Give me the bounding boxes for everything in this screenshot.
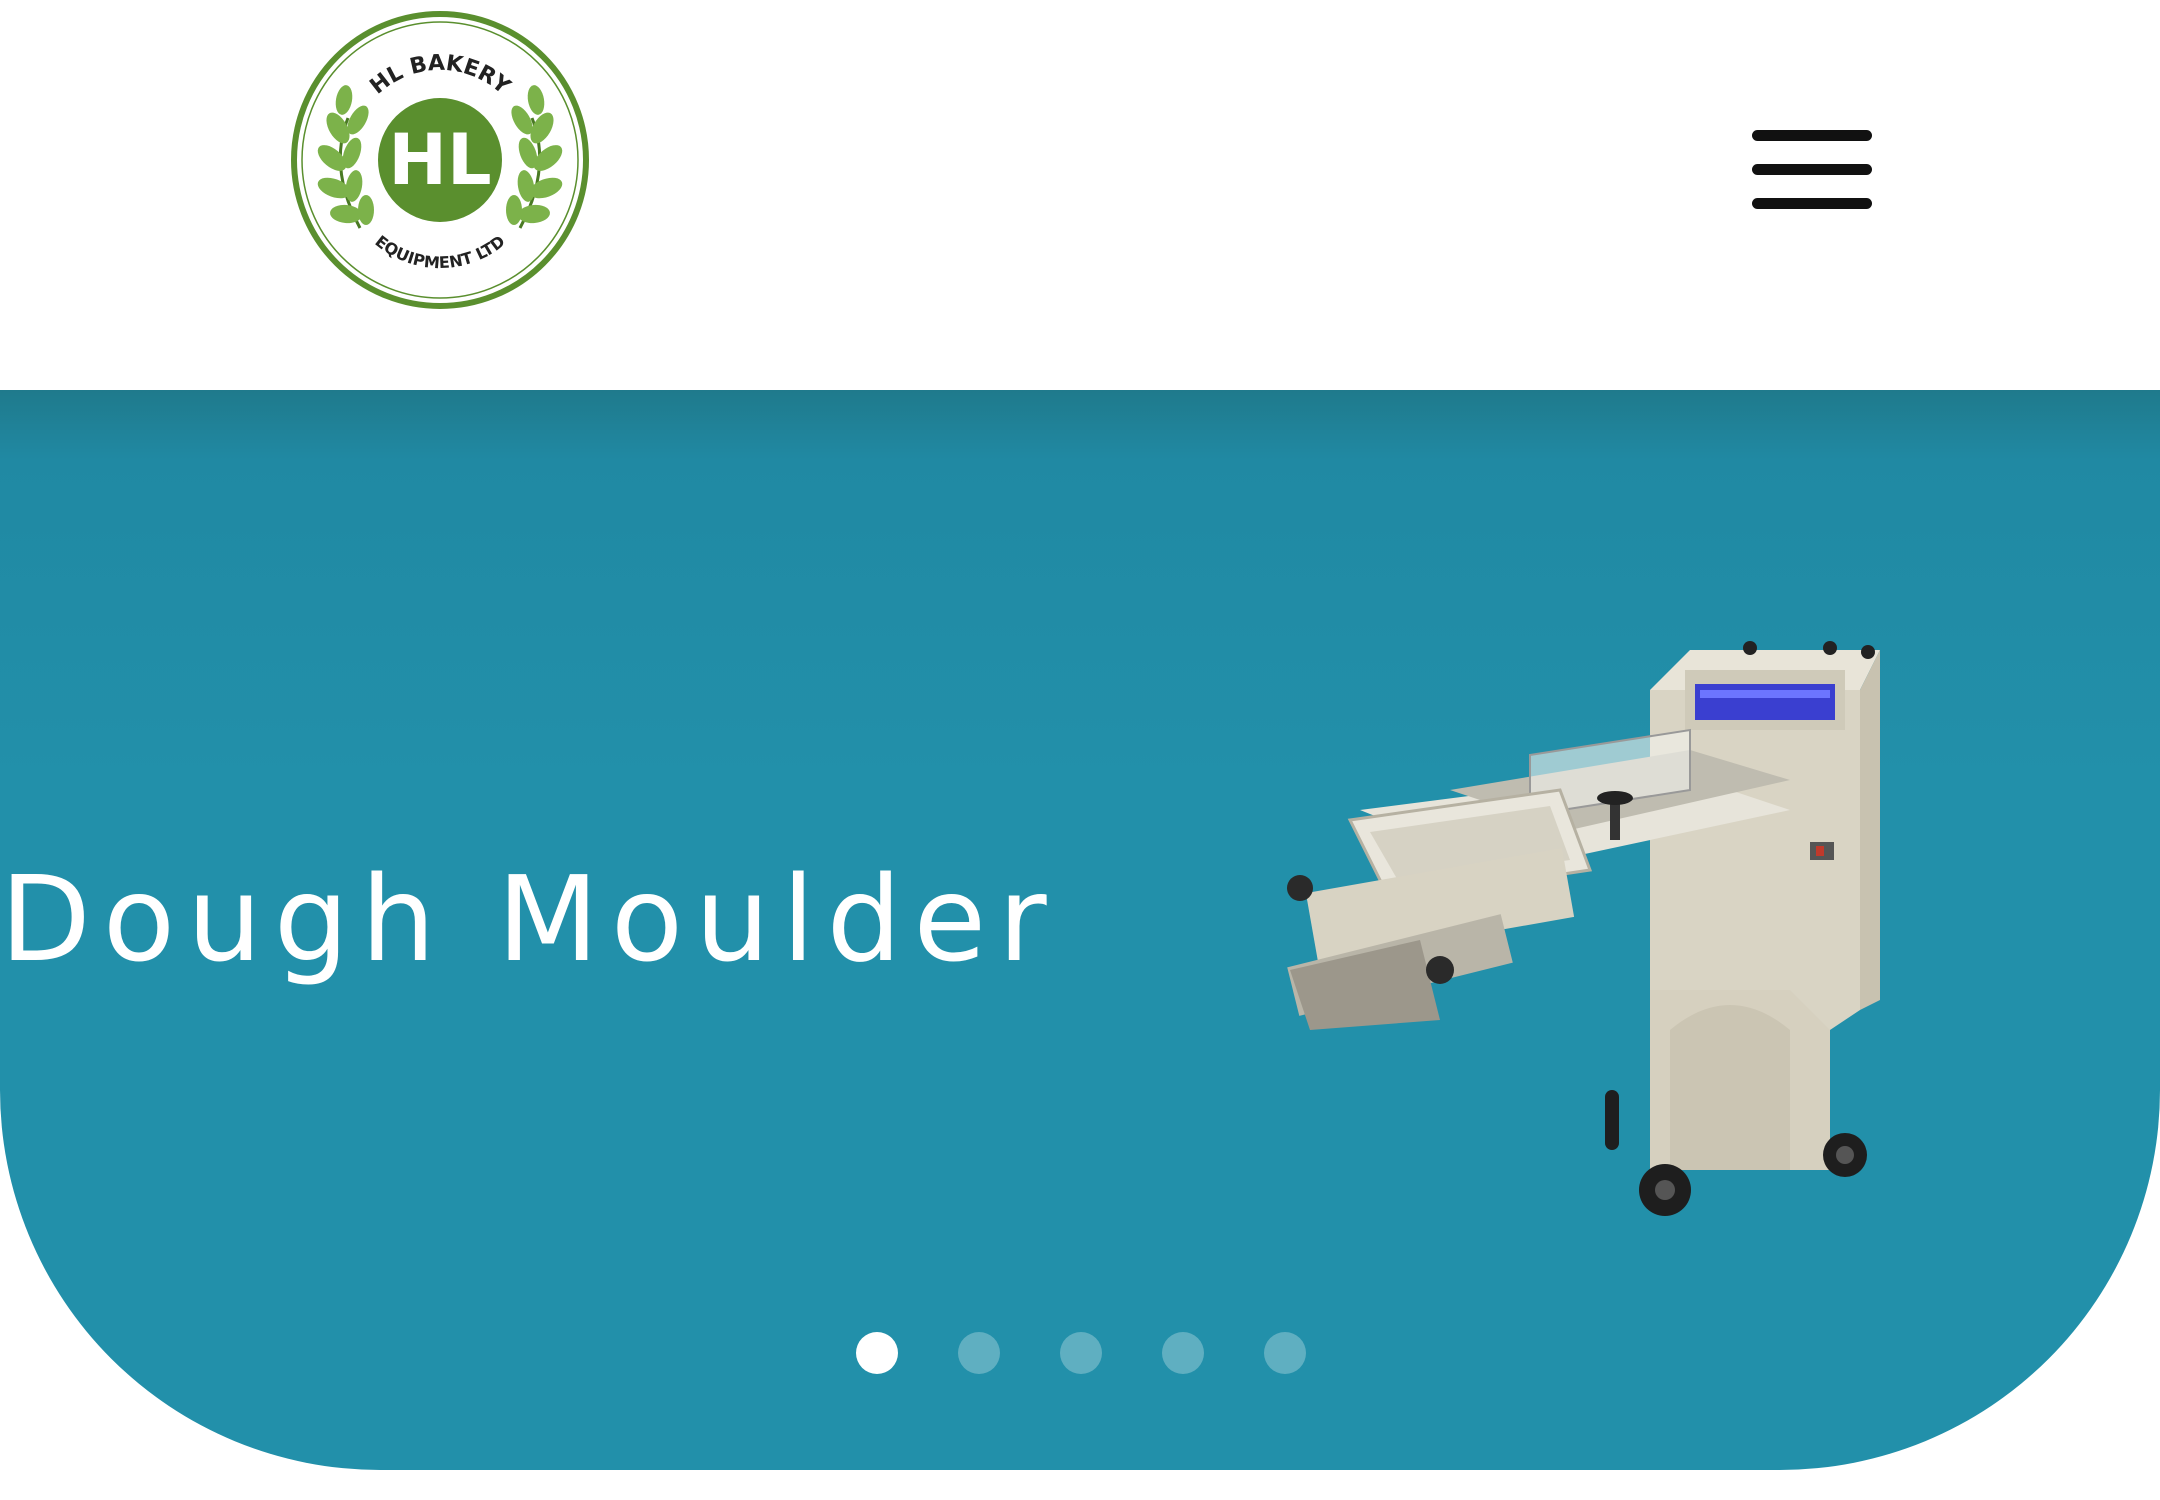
carousel-dot-3[interactable] xyxy=(1060,1332,1102,1374)
carousel-dot-4[interactable] xyxy=(1162,1332,1204,1374)
carousel-pagination xyxy=(856,1332,1306,1376)
carousel-dot-2[interactable] xyxy=(958,1332,1000,1374)
hero-carousel: Dough Moulder xyxy=(0,390,2160,1470)
hamburger-menu-icon-line xyxy=(1752,130,1872,141)
dough-moulder-image xyxy=(1287,641,1880,1216)
site-header: HL HL BAKERY EQUIPMENT LTD xyxy=(0,0,2160,390)
page: HL HL BAKERY EQUIPMENT LTD Dough Moulder xyxy=(0,0,2160,1500)
hamburger-menu-button[interactable] xyxy=(1740,118,1880,228)
hamburger-menu-icon-line xyxy=(1752,164,1872,175)
carousel-dot-5[interactable] xyxy=(1264,1332,1306,1374)
hamburger-menu-icon-line xyxy=(1752,198,1872,209)
carousel-dot-1[interactable] xyxy=(856,1332,898,1374)
hero-title: Dough Moulder xyxy=(0,850,1059,988)
company-logo[interactable]: HL HL BAKERY EQUIPMENT LTD xyxy=(288,8,592,312)
logo-monogram: HL xyxy=(388,119,491,201)
